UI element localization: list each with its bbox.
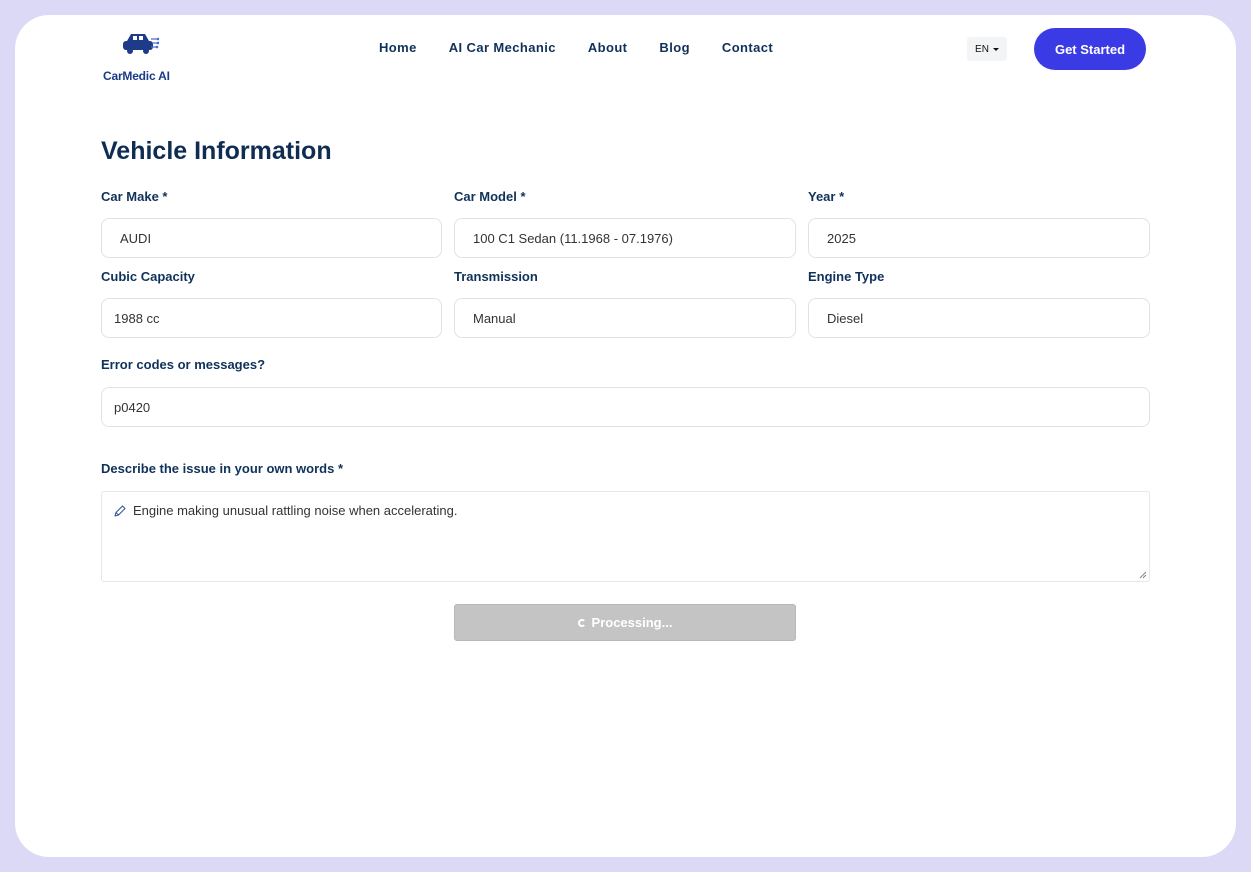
language-dropdown[interactable]: EN (967, 37, 1007, 61)
nav-ai-car-mechanic[interactable]: AI Car Mechanic (449, 40, 556, 60)
cubic-capacity-input[interactable] (101, 298, 442, 338)
car-make-input[interactable] (101, 218, 442, 258)
transmission-input[interactable] (454, 298, 796, 338)
spinner-icon (577, 618, 586, 627)
main-nav: Home AI Car Mechanic About Blog Contact (379, 40, 773, 60)
error-codes-input[interactable] (101, 387, 1150, 427)
page-title: Vehicle Information (101, 137, 332, 165)
car-logo-icon (123, 34, 159, 54)
pencil-icon (114, 505, 126, 517)
nav-home[interactable]: Home (379, 40, 417, 60)
processing-button[interactable]: Processing... (454, 604, 796, 641)
engine-type-input[interactable] (808, 298, 1150, 338)
car-model-input[interactable] (454, 218, 796, 258)
year-input[interactable] (808, 218, 1150, 258)
get-started-button[interactable]: Get Started (1034, 28, 1146, 70)
engine-type-label: Engine Type (808, 269, 885, 284)
resize-grip-icon[interactable] (1139, 571, 1147, 579)
chevron-down-icon (992, 47, 999, 51)
issue-description-label: Describe the issue in your own words * (101, 461, 344, 476)
year-label: Year * (808, 189, 845, 204)
transmission-label: Transmission (454, 269, 538, 284)
nav-contact[interactable]: Contact (722, 40, 773, 60)
app-frame: CarMedic AI Home AI Car Mechanic About B… (15, 15, 1236, 857)
car-make-label: Car Make * (101, 189, 168, 204)
error-codes-label: Error codes or messages? (101, 357, 266, 372)
nav-about[interactable]: About (588, 40, 628, 60)
nav-blog[interactable]: Blog (659, 40, 689, 60)
cubic-capacity-label: Cubic Capacity (101, 269, 195, 284)
issue-description-input[interactable]: Engine making unusual rattling noise whe… (133, 502, 1133, 572)
logo[interactable]: CarMedic AI (103, 33, 183, 83)
car-model-label: Car Model * (454, 189, 526, 204)
logo-text: CarMedic AI (103, 69, 170, 83)
language-label: EN (975, 43, 989, 55)
processing-label: Processing... (591, 615, 673, 630)
issue-description-box: Engine making unusual rattling noise whe… (101, 491, 1150, 582)
